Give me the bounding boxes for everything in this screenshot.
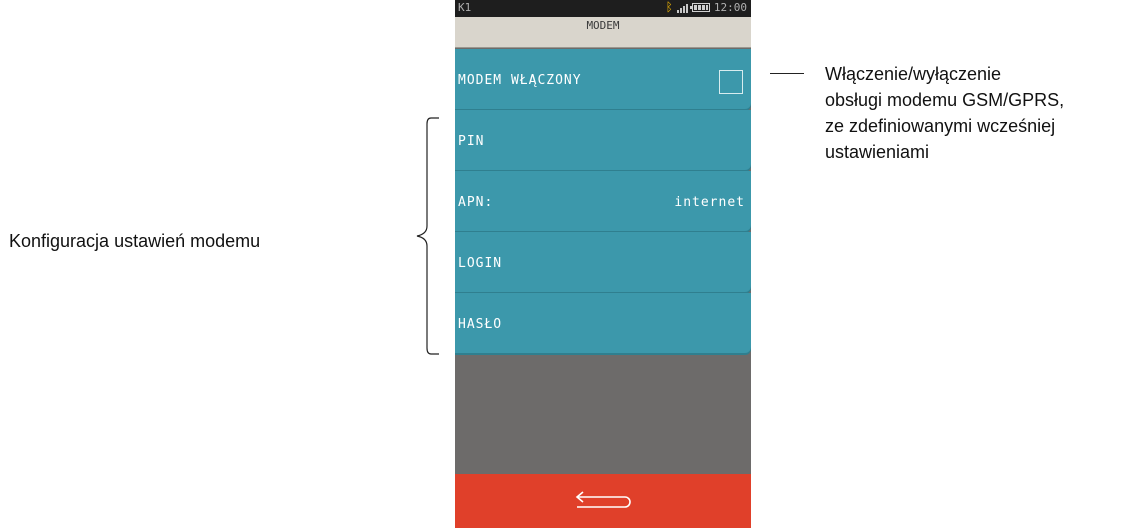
menu-item-value: internet xyxy=(674,195,745,210)
annotation-line: obsługi modemu GSM/GPRS, xyxy=(825,90,1065,110)
back-button[interactable] xyxy=(455,474,751,528)
menu-item-login[interactable]: LOGIN xyxy=(455,232,751,292)
signal-icon xyxy=(676,2,688,13)
annotation-modem-config: Konfiguracja ustawień modemu xyxy=(9,231,261,251)
slot-indicator: K1 xyxy=(458,1,472,14)
annotation-connector-line xyxy=(770,73,804,74)
annotation-line: Włączenie/wyłączenie xyxy=(825,64,1002,84)
device-screen: K1 ᛒ 12:00 MODEM MODEM WŁĄCZONY PIN APN:… xyxy=(455,0,751,528)
back-arrow-icon xyxy=(575,491,631,508)
battery-icon xyxy=(689,2,710,12)
menu-item-modem-enabled[interactable]: MODEM WŁĄCZONY xyxy=(455,49,751,109)
bluetooth-icon: ᛒ xyxy=(665,0,673,14)
status-icons: ᛒ 12:00 xyxy=(666,0,747,14)
modem-enabled-checkbox[interactable] xyxy=(719,70,743,94)
curly-brace-icon xyxy=(416,117,439,355)
menu-item-label: PIN xyxy=(458,134,485,149)
modem-menu: MODEM WŁĄCZONY PIN APN: internet LOGIN H… xyxy=(455,49,751,354)
annotation-modem-toggle: Włączenie/wyłączenie obsługi modemu GSM/… xyxy=(825,61,1143,165)
menu-item-password[interactable]: HASŁO xyxy=(455,293,751,353)
menu-item-label: MODEM WŁĄCZONY xyxy=(458,73,582,88)
menu-item-label: HASŁO xyxy=(458,317,503,332)
menu-item-pin[interactable]: PIN xyxy=(455,110,751,170)
clock: 12:00 xyxy=(713,0,747,14)
menu-item-apn[interactable]: APN: internet xyxy=(455,171,751,231)
annotation-line: ze zdefiniowanymi wcześniej xyxy=(825,116,1056,136)
menu-item-label: LOGIN xyxy=(458,256,503,271)
annotation-line: ustawieniami xyxy=(825,142,930,162)
page-title: MODEM xyxy=(455,17,751,48)
status-bar: K1 ᛒ 12:00 xyxy=(455,0,751,17)
menu-item-label: APN: xyxy=(458,195,494,210)
